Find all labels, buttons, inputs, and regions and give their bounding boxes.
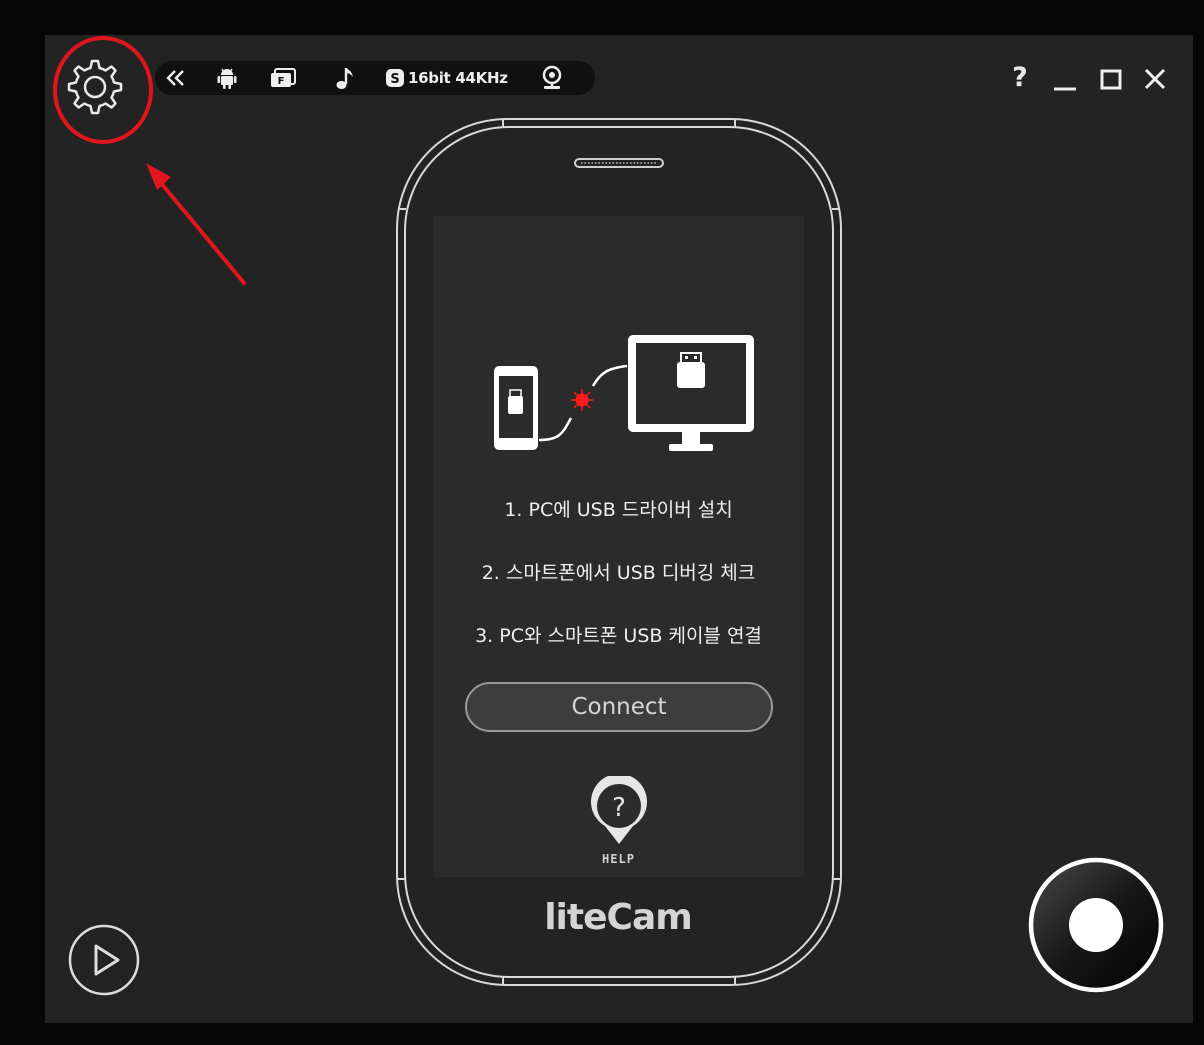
collapse-toolbar-button[interactable] bbox=[165, 61, 187, 95]
android-icon bbox=[217, 68, 237, 89]
app-window: F S 16bit 44KHz ? 1. PC에 USB 드라이버 설치 2. … bbox=[45, 35, 1193, 1023]
minimize-icon bbox=[1054, 87, 1076, 91]
webcam-icon bbox=[542, 65, 562, 89]
audio-prefix-letter: S bbox=[390, 72, 399, 87]
brand-logo: liteCam bbox=[463, 897, 773, 938]
audio-mode-button[interactable] bbox=[333, 61, 355, 95]
phone-screen: 1. PC에 USB 드라이버 설치 2. 스마트폰에서 USB 디버깅 체크 … bbox=[433, 216, 804, 877]
maximize-icon bbox=[1100, 69, 1122, 90]
brand-part-lite: lite bbox=[544, 897, 607, 938]
screen-mode-icon: F bbox=[271, 68, 296, 87]
minimize-button[interactable] bbox=[1051, 63, 1079, 97]
screen-mode-button[interactable]: F bbox=[269, 61, 297, 95]
close-icon bbox=[1144, 68, 1166, 90]
connection-error-dot bbox=[571, 389, 593, 411]
android-mode-button[interactable] bbox=[215, 61, 239, 95]
play-button[interactable] bbox=[67, 923, 141, 1001]
screen-mode-letter: F bbox=[278, 76, 285, 87]
instruction-step-3: 3. PC와 스마트폰 USB 케이블 연결 bbox=[475, 625, 762, 647]
audio-quality-label: 16bit 44KHz bbox=[408, 69, 508, 87]
record-icon bbox=[1028, 857, 1164, 993]
audio-quality-button[interactable]: S 16bit 44KHz bbox=[385, 61, 508, 95]
webcam-button[interactable] bbox=[539, 61, 565, 95]
help-pin-button[interactable]: ? bbox=[587, 773, 651, 852]
instruction-step-2: 2. 스마트폰에서 USB 디버깅 체크 bbox=[481, 562, 756, 584]
close-button[interactable] bbox=[1141, 63, 1169, 97]
collapse-icon bbox=[166, 70, 184, 86]
music-note-icon bbox=[336, 68, 353, 89]
help-icon: ? bbox=[1012, 61, 1028, 93]
connect-button[interactable]: Connect bbox=[465, 682, 773, 732]
help-button[interactable]: ? bbox=[1005, 61, 1035, 93]
brand-part-cam: Cam bbox=[606, 897, 693, 938]
help-label: HELP bbox=[602, 852, 635, 866]
record-button[interactable] bbox=[1026, 855, 1166, 999]
audio-s-icon: S bbox=[386, 69, 404, 87]
maximize-button[interactable] bbox=[1097, 63, 1125, 97]
play-icon bbox=[68, 924, 140, 996]
usb-connection-illustration bbox=[494, 335, 754, 451]
svg-text:?: ? bbox=[612, 793, 626, 823]
top-toolbar: F S 16bit 44KHz bbox=[155, 61, 595, 95]
instruction-step-1: 1. PC에 USB 드라이버 설치 bbox=[504, 499, 733, 521]
help-pin-icon: ? bbox=[591, 773, 647, 844]
